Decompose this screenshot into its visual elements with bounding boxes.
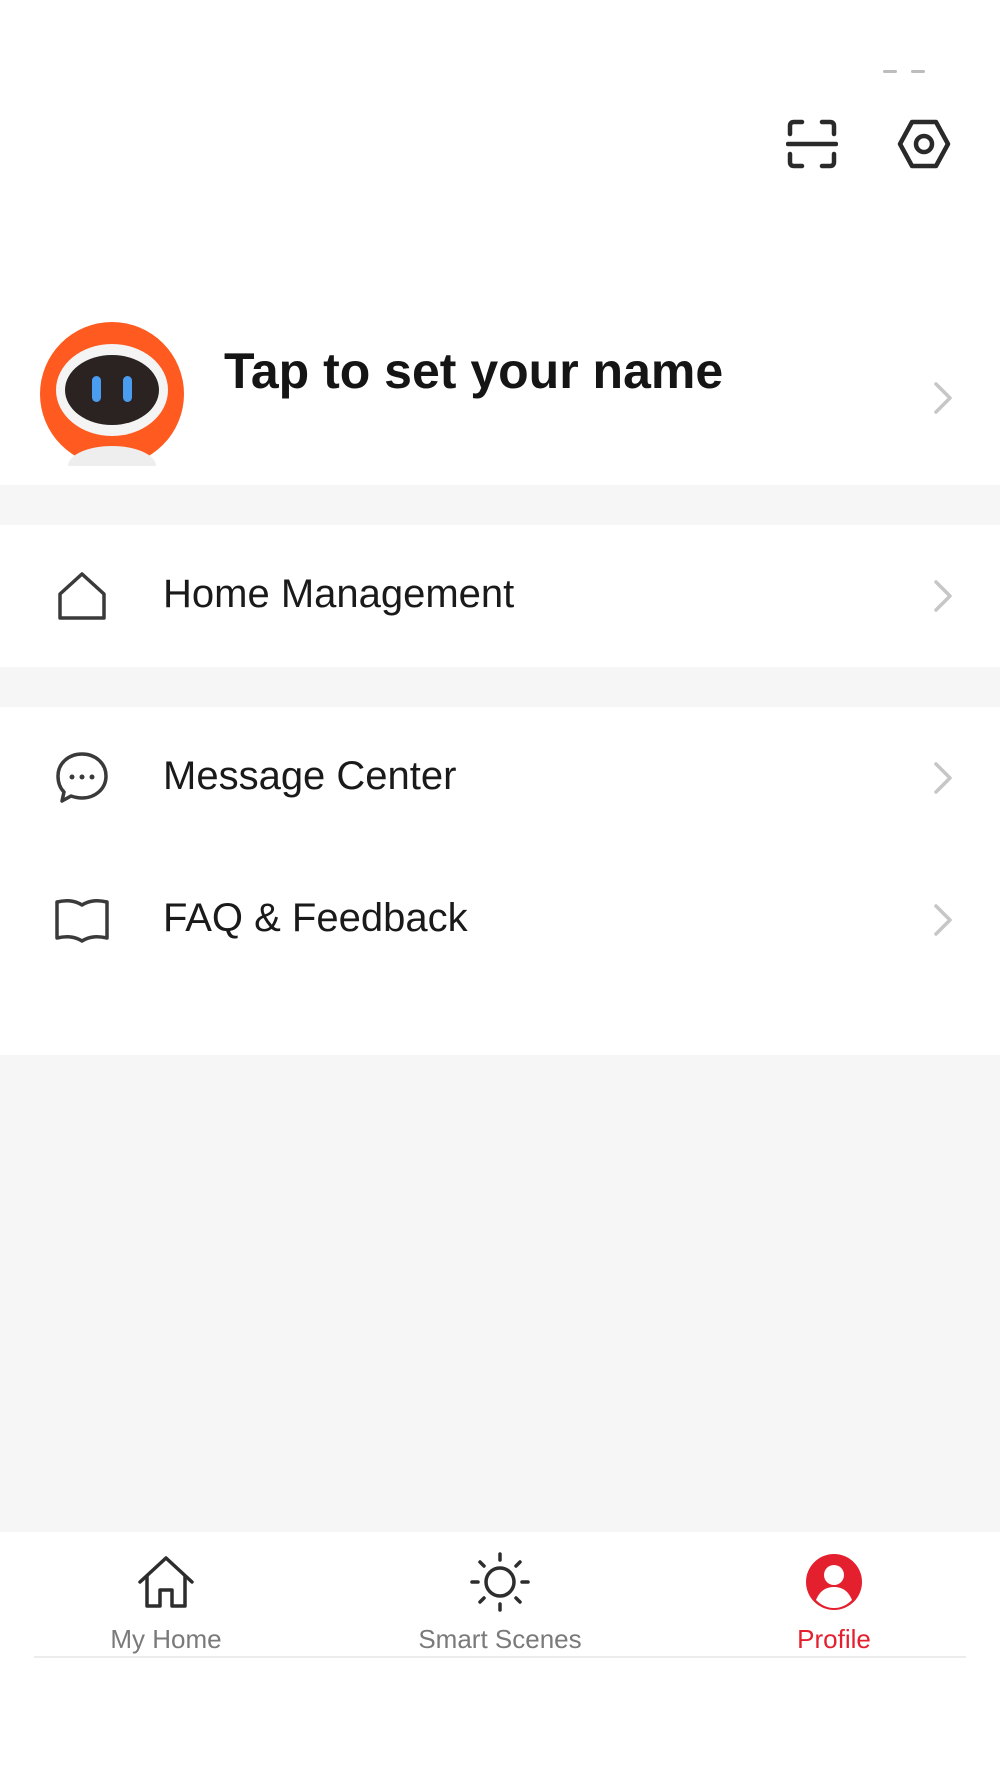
bottom-nav: My Home Smart Scenes Profile xyxy=(0,1532,1000,1660)
status-indicator xyxy=(883,70,927,74)
tab-my-home[interactable]: My Home xyxy=(46,1532,286,1660)
chevron-right-icon xyxy=(932,900,956,940)
profile-name-prompt[interactable]: Tap to set your name xyxy=(224,342,723,400)
menu-item-message-center[interactable]: Message Center xyxy=(0,707,1000,849)
sun-icon xyxy=(468,1550,532,1614)
bottom-nav-divider xyxy=(34,1656,966,1658)
tab-label: Smart Scenes xyxy=(418,1624,582,1654)
section-divider xyxy=(0,485,1000,525)
chat-bubble-icon xyxy=(54,750,110,806)
tab-label: Profile xyxy=(797,1624,871,1654)
section-divider xyxy=(0,667,1000,707)
chevron-right-icon xyxy=(932,378,956,418)
robot-avatar-icon[interactable] xyxy=(40,322,184,486)
person-circle-icon xyxy=(802,1550,866,1614)
menu-item-home-management[interactable]: Home Management xyxy=(0,525,1000,667)
chevron-right-icon xyxy=(932,758,956,798)
scan-icon[interactable] xyxy=(776,108,848,180)
tab-smart-scenes[interactable]: Smart Scenes xyxy=(380,1532,620,1660)
settings-hex-icon[interactable] xyxy=(888,108,960,180)
home-outline-icon xyxy=(54,568,110,624)
header-actions xyxy=(776,108,960,180)
menu-item-faq-feedback[interactable]: FAQ & Feedback xyxy=(0,849,1000,991)
house-icon xyxy=(134,1550,198,1614)
tab-label: My Home xyxy=(110,1624,222,1654)
tab-profile[interactable]: Profile xyxy=(714,1532,954,1660)
menu-item-label: Message Center xyxy=(163,754,457,798)
empty-area xyxy=(0,1055,1000,1532)
profile-row[interactable]: Tap to set your name xyxy=(0,310,1000,486)
chevron-right-icon xyxy=(932,576,956,616)
open-book-icon xyxy=(54,892,110,948)
menu-item-label: Home Management xyxy=(163,572,515,616)
menu-item-label: FAQ & Feedback xyxy=(163,896,468,940)
